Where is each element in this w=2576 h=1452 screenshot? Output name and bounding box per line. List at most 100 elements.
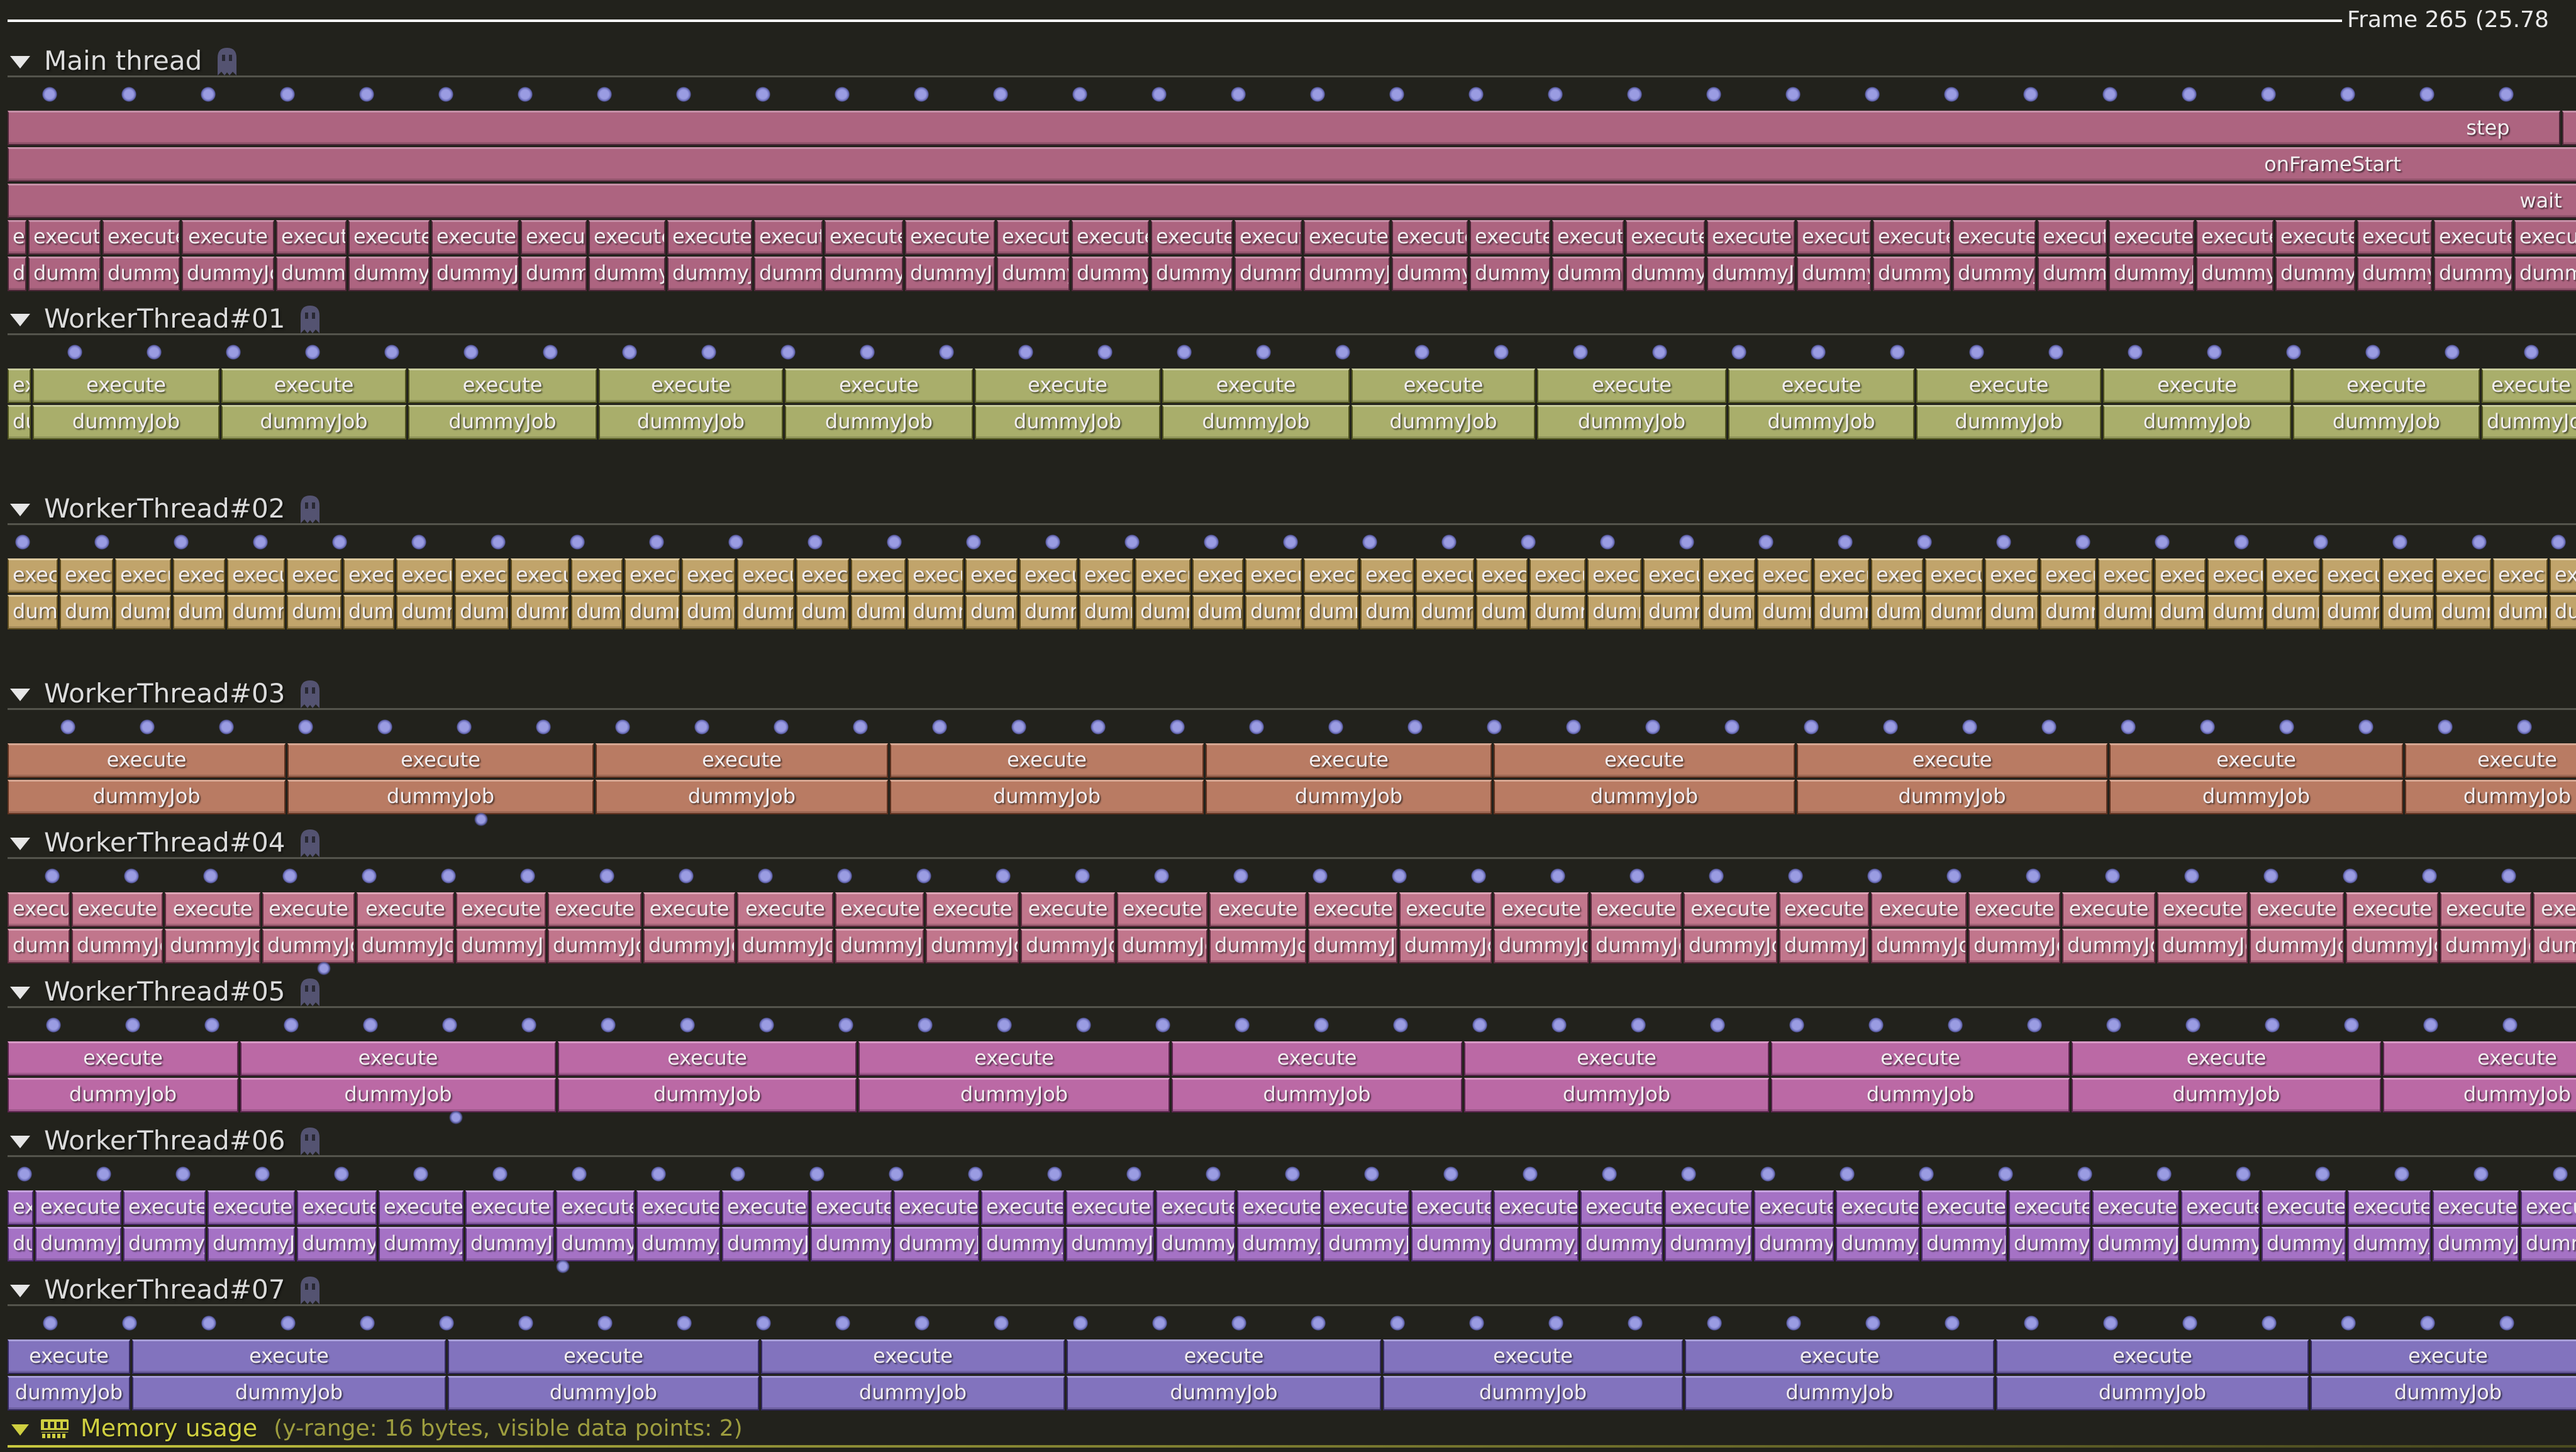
- zone-segment[interactable]: dummyJob: [1580, 1227, 1663, 1261]
- thread-header[interactable]: WorkerThread#07: [10, 1273, 321, 1305]
- sample-dots-row[interactable]: [8, 711, 2576, 743]
- collapse-arrow-icon[interactable]: [10, 504, 30, 516]
- zone-segment[interactable]: execute: [2207, 558, 2264, 593]
- zone-segment[interactable]: execute: [1411, 1190, 1492, 1225]
- zone-segment[interactable]: execute: [2533, 892, 2576, 927]
- zone-segment[interactable]: dummyJob: [2482, 405, 2576, 440]
- zone-segment[interactable]: execute: [521, 220, 587, 255]
- zone-segment[interactable]: execute: [1871, 558, 1923, 593]
- zone-segment[interactable]: dummyJob: [1392, 257, 1468, 291]
- zone-segment[interactable]: execute: [2266, 558, 2320, 593]
- zone-segment[interactable]: execute: [8, 743, 286, 778]
- zone-segment[interactable]: dummyJob: [465, 1227, 554, 1261]
- zone-segment[interactable]: execute: [785, 369, 973, 403]
- zone-segment[interactable]: dummyJob: [348, 257, 430, 291]
- zone-segment[interactable]: execute: [2098, 558, 2153, 593]
- zone-segment[interactable]: execute: [8, 220, 26, 255]
- zone-segment[interactable]: execute: [1665, 1190, 1752, 1225]
- zone-segment[interactable]: execute: [8, 1339, 130, 1374]
- zone-segment[interactable]: execute: [1587, 558, 1641, 593]
- zone-segment[interactable]: execute: [1416, 558, 1474, 593]
- zone-segment[interactable]: execute: [182, 220, 274, 255]
- zone-segment[interactable]: execute: [1591, 892, 1682, 927]
- zone-segment[interactable]: dummyJob: [287, 780, 594, 814]
- zone-segment[interactable]: execute: [1707, 220, 1795, 255]
- zone-segment[interactable]: dummyJob: [1702, 595, 1755, 629]
- zone-segment[interactable]: execute: [754, 220, 823, 255]
- memory-section-header[interactable]: Memory usage (y-range: 16 bytes, visible…: [11, 1412, 743, 1444]
- zone-segment[interactable]: execute: [824, 220, 903, 255]
- zone-segment[interactable]: execute: [1192, 558, 1243, 593]
- zone-segment[interactable]: execute: [1352, 369, 1535, 403]
- zone-segment[interactable]: dummyJob: [754, 257, 823, 291]
- zone-segment[interactable]: dummyJob: [571, 595, 623, 629]
- zone-segment[interactable]: dummyJob: [556, 1227, 635, 1261]
- zone-segment[interactable]: dummyJob: [835, 929, 924, 963]
- zone-segment[interactable]: dummyJob: [548, 929, 641, 963]
- zone-segment[interactable]: dummyJob: [2109, 257, 2194, 291]
- zone-segment[interactable]: dummyJob: [1151, 257, 1233, 291]
- zone-segment[interactable]: dummyJob: [2348, 1227, 2431, 1261]
- zone-segment[interactable]: dummyJob: [448, 1376, 759, 1410]
- ghost-icon[interactable]: [299, 304, 321, 334]
- zone-segment[interactable]: dummyJob: [1494, 780, 1795, 814]
- zone-segment[interactable]: dummyJob: [208, 1227, 295, 1261]
- zone-segment[interactable]: dummyJob: [1066, 1227, 1154, 1261]
- zone-segment[interactable]: execute: [2440, 892, 2531, 927]
- collapse-arrow-icon[interactable]: [10, 987, 30, 999]
- zone-segment[interactable]: dummyJob: [858, 1078, 1170, 1112]
- zone-segment[interactable]: dummyJob: [1494, 1227, 1579, 1261]
- zone-segment[interactable]: dummyJob: [2092, 1227, 2179, 1261]
- zone-segment[interactable]: [8, 184, 2576, 218]
- zone-segment[interactable]: execute: [890, 743, 1204, 778]
- zone-segment[interactable]: execute: [2103, 369, 2291, 403]
- zone-segment[interactable]: dummyJob: [103, 257, 180, 291]
- zone-segment[interactable]: execute: [682, 558, 735, 593]
- zone-segment[interactable]: dummyJob: [2405, 780, 2576, 814]
- zone-segment[interactable]: execute: [811, 1190, 892, 1225]
- zone-segment[interactable]: execute: [2434, 220, 2512, 255]
- zone-segment[interactable]: dummyJob: [1684, 929, 1777, 963]
- zone-segment[interactable]: dummyJob: [596, 780, 888, 814]
- zone-segment[interactable]: execute: [1552, 220, 1624, 255]
- zone-segment[interactable]: dummyJob: [115, 595, 171, 629]
- zone-segment[interactable]: dummyJob: [408, 405, 597, 440]
- zone-segment[interactable]: execute: [1580, 1190, 1663, 1225]
- zone-segment[interactable]: dummyJob: [2434, 257, 2512, 291]
- zone-segment[interactable]: dummyJob: [8, 1078, 238, 1112]
- zone-segment[interactable]: dummyJob: [1476, 595, 1528, 629]
- zone-segment[interactable]: execute: [1873, 220, 1951, 255]
- zone-segment[interactable]: dummyJob: [1754, 1227, 1834, 1261]
- zone-segment[interactable]: dummyJob: [1192, 595, 1243, 629]
- zone-segment[interactable]: dummyJob: [2196, 257, 2273, 291]
- zone-segment[interactable]: execute: [262, 892, 355, 927]
- zone-segment[interactable]: dummyJob: [1587, 595, 1641, 629]
- zone-segment[interactable]: execute: [1797, 743, 2107, 778]
- sample-dots-row[interactable]: [8, 78, 2576, 111]
- zone-segment[interactable]: dummyJob: [908, 595, 963, 629]
- zone-segment[interactable]: execute: [1360, 558, 1414, 593]
- timeline-view[interactable]: Frame 265 (25.78 Memory usage (y-range: …: [8, 0, 2576, 1452]
- zone-segment[interactable]: dummyJob: [8, 929, 70, 963]
- zone-segment[interactable]: dummyJob: [2493, 595, 2548, 629]
- zone-segment[interactable]: dummyJob: [2322, 595, 2380, 629]
- sample-dots-row[interactable]: [8, 860, 2576, 892]
- zone-segment[interactable]: dummyJob: [1552, 257, 1624, 291]
- zone-segment[interactable]: execute: [1019, 558, 1077, 593]
- zone-segment[interactable]: dummyJob: [1996, 1376, 2309, 1410]
- zone-segment[interactable]: dummyJob: [1072, 257, 1149, 291]
- zone-segment[interactable]: dummyJob: [1871, 929, 1967, 963]
- zone-segment[interactable]: dummyJob: [276, 257, 347, 291]
- zone-segment[interactable]: dummyJob: [682, 595, 735, 629]
- zone-segment[interactable]: dummyJob: [2550, 595, 2576, 629]
- zone-segment[interactable]: execute: [1470, 220, 1550, 255]
- zone-segment[interactable]: execute: [8, 1190, 33, 1225]
- zone-segment[interactable]: execute: [1206, 743, 1492, 778]
- zone-segment[interactable]: execute: [165, 892, 260, 927]
- zone-segment[interactable]: dummyJob: [558, 1078, 857, 1112]
- zone-segment[interactable]: execute: [1702, 558, 1755, 593]
- zone-segment[interactable]: execute: [2436, 558, 2491, 593]
- zone-segment[interactable]: execute: [1797, 220, 1871, 255]
- zone-segment[interactable]: execute: [1235, 220, 1302, 255]
- ghost-icon[interactable]: [299, 494, 321, 524]
